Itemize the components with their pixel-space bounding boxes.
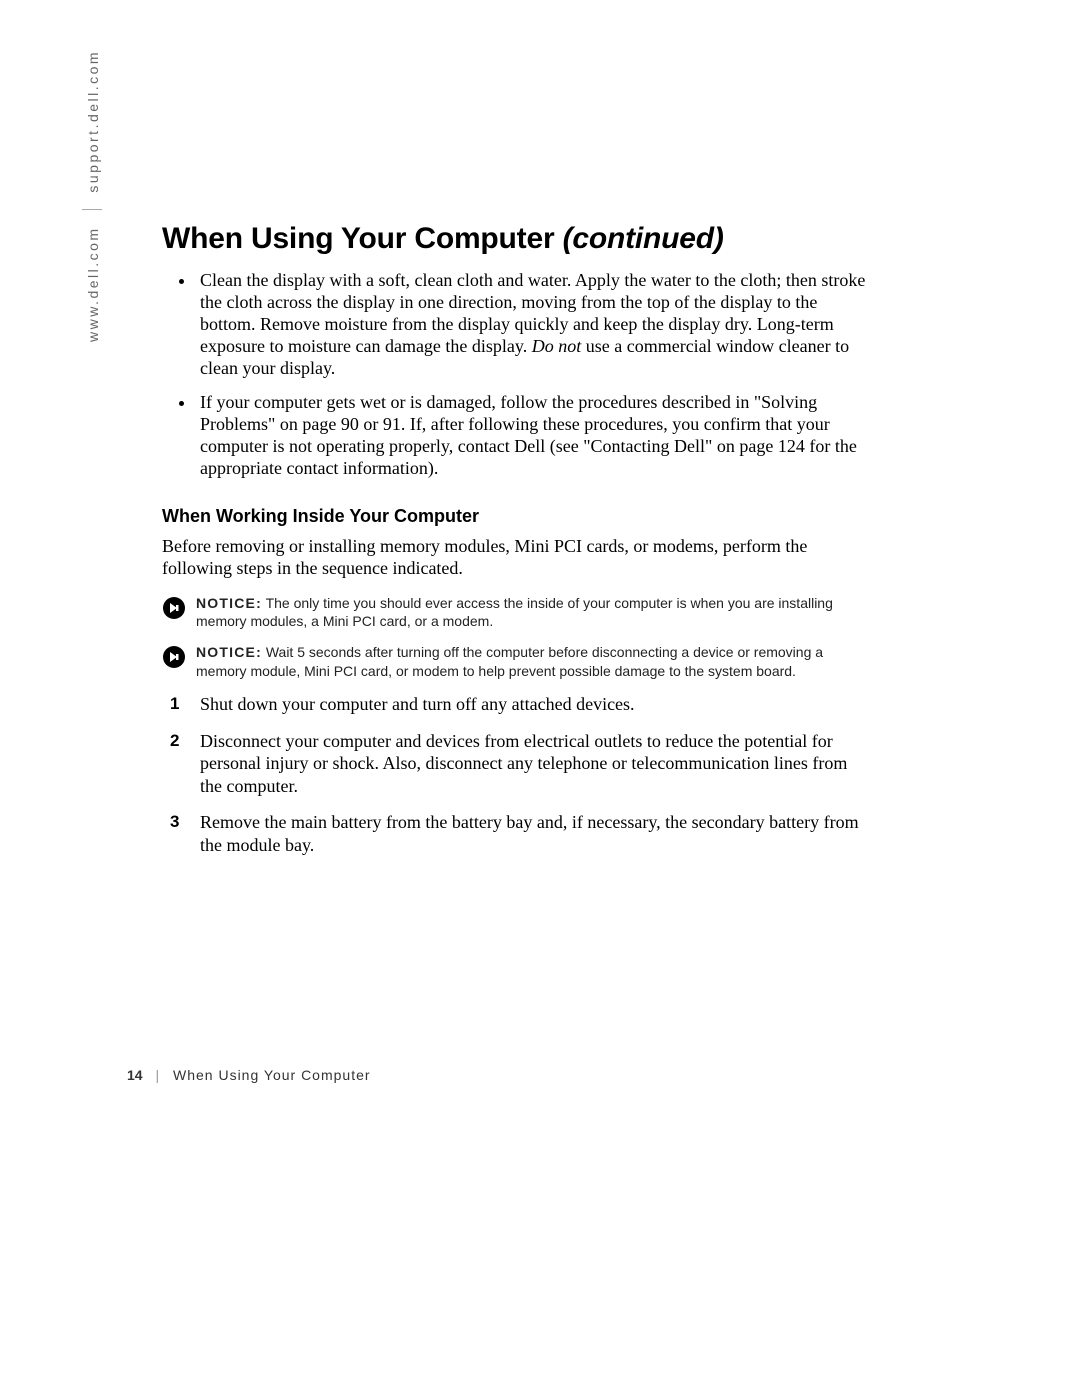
footer-page-number: 14 [127, 1067, 143, 1083]
footer-divider: | [155, 1067, 160, 1083]
bullet-donot: Do not [532, 336, 582, 356]
notice-arrow-icon [162, 645, 186, 669]
step-item: Shut down your computer and turn off any… [196, 693, 867, 716]
sidebar-divider [82, 209, 102, 210]
subheading: When Working Inside Your Computer [162, 506, 867, 527]
notice-text: NOTICE: The only time you should ever ac… [196, 594, 867, 632]
notice-text: NOTICE: Wait 5 seconds after turning off… [196, 643, 867, 681]
notice-block: NOTICE: Wait 5 seconds after turning off… [162, 643, 867, 681]
bullet-item: If your computer gets wet or is damaged,… [196, 392, 867, 480]
sidebar-url-support: support.dell.com [85, 50, 101, 193]
page-footer: 14 | When Using Your Computer [127, 1067, 371, 1083]
steps-list: Shut down your computer and turn off any… [162, 693, 867, 856]
bullet-list: Clean the display with a soft, clean clo… [162, 270, 867, 480]
intro-paragraph: Before removing or installing memory mod… [162, 535, 867, 580]
notice-arrow-icon [162, 596, 186, 620]
step-item: Disconnect your computer and devices fro… [196, 730, 867, 798]
heading-main: When Using Your Computer [162, 222, 563, 255]
sidebar-url-main: www.dell.com [85, 226, 101, 342]
bullet-text-before: If your computer gets wet or is damaged,… [200, 392, 857, 478]
step-item: Remove the main battery from the battery… [196, 811, 867, 856]
notice-label: NOTICE: [196, 644, 262, 660]
page-heading: When Using Your Computer (continued) [162, 222, 867, 256]
notice-body: Wait 5 seconds after turning off the com… [196, 644, 823, 679]
main-content: When Using Your Computer (continued) Cle… [162, 222, 867, 870]
sidebar-urls: www.dell.com support.dell.com [82, 50, 101, 342]
page: www.dell.com support.dell.com When Using… [0, 0, 1080, 1397]
heading-continued: (continued) [563, 222, 724, 255]
bullet-item: Clean the display with a soft, clean clo… [196, 270, 867, 380]
notice-block: NOTICE: The only time you should ever ac… [162, 594, 867, 632]
footer-title: When Using Your Computer [173, 1067, 371, 1083]
notice-label: NOTICE: [196, 595, 262, 611]
notice-body: The only time you should ever access the… [196, 595, 833, 630]
